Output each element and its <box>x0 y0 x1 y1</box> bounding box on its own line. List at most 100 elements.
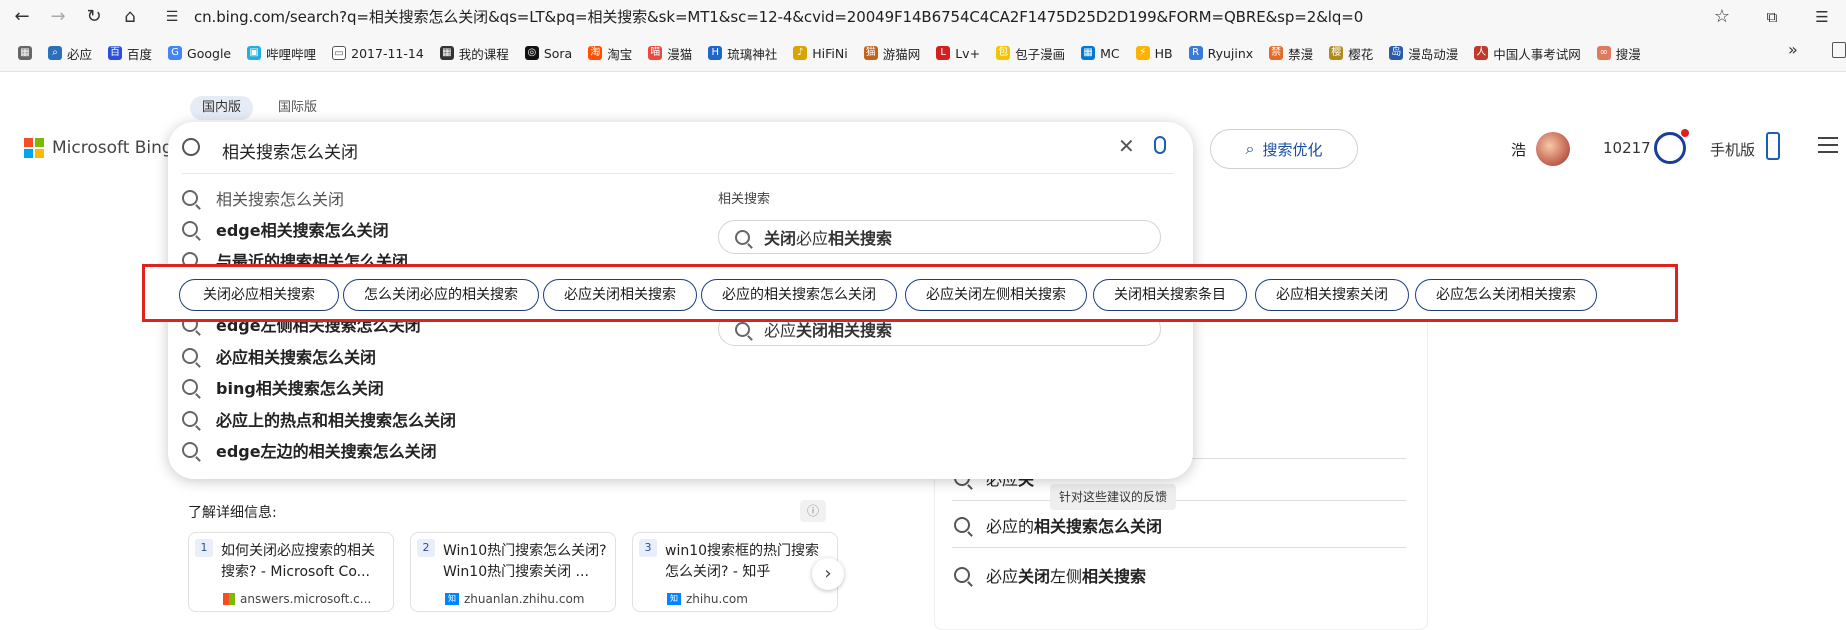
feedback-tooltip[interactable]: 针对这些建议的反馈 <box>1050 484 1176 510</box>
search-icon <box>954 516 970 533</box>
mobile-version-link[interactable]: 手机版 <box>1710 139 1755 160</box>
bookmark-item[interactable]: ♪ HiFiNi <box>793 46 848 61</box>
bookmark-folder[interactable]: ▭ 2017-11-14 <box>332 46 424 61</box>
card-title: Win10热门搜索怎么关闭? Win10热门搜索关闭 ... <box>443 543 607 580</box>
more-bookmarks-icon[interactable]: » <box>1788 40 1798 59</box>
bookmark-item[interactable]: 百百度 <box>108 44 152 63</box>
bookmark-item[interactable]: 猫游猫网 <box>863 44 920 63</box>
microsoft-icon <box>223 593 235 605</box>
suggestion-text: edge左边的相关搜索怎么关闭 <box>216 442 437 461</box>
bookmark-item[interactable]: 岛漫岛动漫 <box>1389 44 1458 63</box>
zhihu-icon: 知 <box>445 593 459 605</box>
related-row-text: 必应 <box>986 567 1019 586</box>
phone-icon[interactable] <box>1766 132 1780 160</box>
suggestion-item[interactable]: 必应相关搜索怎么关闭 <box>182 344 376 368</box>
card-number: 1 <box>195 539 213 557</box>
search-input[interactable]: 相关搜索怎么关闭 <box>222 138 358 163</box>
search-icon <box>182 379 198 395</box>
bookmark-item[interactable]: 喵漫猫 <box>648 44 692 63</box>
bing-logo[interactable]: Microsoft Bing <box>24 138 173 158</box>
bookmark-item[interactable]: G Google <box>168 46 231 61</box>
tab-international[interactable]: 国际版 <box>266 96 329 120</box>
learn-card[interactable]: 1 如何关闭必应搜索的相关搜索? - Microsoft Co... answe… <box>188 532 394 612</box>
card-title: 如何关闭必应搜索的相关搜索? - Microsoft Co... <box>221 543 375 580</box>
related-chip[interactable]: 怎么关闭必应的相关搜索 <box>343 279 539 311</box>
search-icon <box>954 567 970 583</box>
microphone-icon[interactable] <box>1154 136 1166 154</box>
related-row-bold: 相关搜索 <box>1082 567 1147 586</box>
bookmark-item[interactable]: H 琉璃神社 <box>708 44 777 63</box>
bookmark-item[interactable]: 淘淘宝 <box>588 44 632 63</box>
related-chip[interactable]: 必应关闭左侧相关搜索 <box>905 279 1087 311</box>
related-row[interactable]: 必应的相关搜索怎么关闭 <box>952 502 1406 548</box>
bookmark-item[interactable]: 包包子漫画 <box>996 44 1065 63</box>
related-chips-strip: 关闭必应相关搜索 怎么关闭必应的相关搜索 必应关闭相关搜索 必应的相关搜索怎么关… <box>142 264 1678 322</box>
bookmark-item[interactable]: ◎ Sora <box>524 46 572 61</box>
related-pill-text: 必应 <box>764 321 797 340</box>
learn-card[interactable]: 2 Win10热门搜索怎么关闭? Win10热门搜索关闭 ... 知 zhuanl… <box>410 532 616 612</box>
address-bar-row: ← → ↻ ⌂ ☰ cn.bing.com/search?q=相关搜索怎么关闭&… <box>0 0 1846 32</box>
favorite-star-icon[interactable]: ☆ <box>1708 4 1736 30</box>
reload-icon[interactable]: ↻ <box>80 4 108 30</box>
url-field[interactable]: cn.bing.com/search?q=相关搜索怎么关闭&qs=LT&pq=相… <box>194 6 1363 27</box>
rewards-points[interactable]: 10217 <box>1603 139 1651 157</box>
other-favorites-icon[interactable] <box>1832 42 1846 58</box>
related-chip[interactable]: 必应相关搜索关闭 <box>1255 279 1409 311</box>
related-pill-text: 必应 <box>796 229 829 248</box>
hamburger-menu-icon[interactable] <box>1818 137 1838 153</box>
bookmark-item[interactable]: 樱樱花 <box>1329 44 1373 63</box>
bookmark-item[interactable]: ⌕ 必应 <box>48 44 92 63</box>
related-search-pill[interactable]: 关闭必应相关搜索 <box>718 220 1161 254</box>
search-icon <box>182 138 200 156</box>
suggestion-item[interactable]: edge相关搜索怎么关闭 <box>182 217 389 241</box>
browser-chrome: ← → ↻ ⌂ ☰ cn.bing.com/search?q=相关搜索怎么关闭&… <box>0 0 1846 72</box>
bookmark-item[interactable]: ▦ MC <box>1081 46 1120 61</box>
related-row[interactable]: 必应关闭左侧相关搜索 <box>952 552 1406 598</box>
related-chip[interactable]: 关闭相关搜索条目 <box>1093 279 1247 311</box>
bookmark-item[interactable]: 禁禁漫 <box>1269 44 1313 63</box>
microsoft-logo-icon <box>24 138 44 158</box>
related-pill-bold: 相关搜索 <box>828 229 893 248</box>
bookmark-item[interactable]: ⚡ HB <box>1135 46 1173 61</box>
related-chip[interactable]: 必应关闭相关搜索 <box>543 279 697 311</box>
info-icon[interactable]: ⓘ <box>800 500 826 522</box>
site-info-icon[interactable]: ☰ <box>158 4 186 30</box>
home-icon[interactable]: ⌂ <box>116 4 144 30</box>
related-pill-bold: 关闭相关搜索 <box>796 321 893 340</box>
clear-icon[interactable]: ✕ <box>1118 134 1135 158</box>
apps-icon[interactable]: ▦ <box>18 46 32 60</box>
back-icon[interactable]: ← <box>8 4 36 30</box>
related-searches-title: 相关搜索 <box>718 192 771 207</box>
bookmark-item[interactable]: ∞ 搜漫 <box>1596 44 1641 63</box>
extensions-icon[interactable]: ⧉ <box>1758 4 1786 30</box>
related-row-text: 左侧 <box>1050 567 1083 586</box>
rewards-trophy-icon[interactable] <box>1654 129 1689 164</box>
related-chip[interactable]: 必应的相关搜索怎么关闭 <box>701 279 897 311</box>
favorites-bar-icon[interactable]: ☰ <box>1808 4 1836 30</box>
avatar[interactable] <box>1536 132 1570 166</box>
learn-card[interactable]: 3 win10搜索框的热门搜索怎么关闭? - 知乎 知 zhihu.com <box>632 532 838 612</box>
bookmark-item[interactable]: L Lv+ <box>936 46 980 61</box>
suggestion-item[interactable]: bing相关搜索怎么关闭 <box>182 375 384 399</box>
search-icon <box>735 229 750 245</box>
user-name[interactable]: 浩 <box>1511 139 1526 160</box>
suggestion-item[interactable]: edge左边的相关搜索怎么关闭 <box>182 438 437 462</box>
carousel-next-icon[interactable]: › <box>812 558 844 590</box>
related-pill-bold: 关闭 <box>764 229 797 248</box>
related-chip[interactable]: 必应怎么关闭相关搜索 <box>1415 279 1597 311</box>
bookmark-item[interactable]: ▦ 我的课程 <box>439 44 509 63</box>
bookmark-item[interactable]: ▣ 哔哩哔哩 <box>247 44 316 63</box>
suggestion-text: 相关搜索怎么关闭 <box>216 190 345 209</box>
card-source: zhihu.com <box>686 592 748 606</box>
suggestion-item[interactable]: 相关搜索怎么关闭 <box>182 186 344 210</box>
search-icon <box>182 221 198 237</box>
search-optimize-button[interactable]: ⌕ 搜索优化 <box>1210 129 1358 169</box>
bookmark-item[interactable]: 人中国人事考试网 <box>1474 44 1581 63</box>
tab-domestic[interactable]: 国内版 <box>190 96 254 120</box>
bookmark-item[interactable]: R Ryujinx <box>1188 46 1253 61</box>
divider <box>182 173 1173 174</box>
forward-icon[interactable]: → <box>44 4 72 30</box>
related-chip[interactable]: 关闭必应相关搜索 <box>179 279 339 311</box>
suggestion-item[interactable]: 必应上的热点和相关搜索怎么关闭 <box>182 407 456 431</box>
related-row-bold: 相关搜索怎么关闭 <box>1034 516 1163 536</box>
